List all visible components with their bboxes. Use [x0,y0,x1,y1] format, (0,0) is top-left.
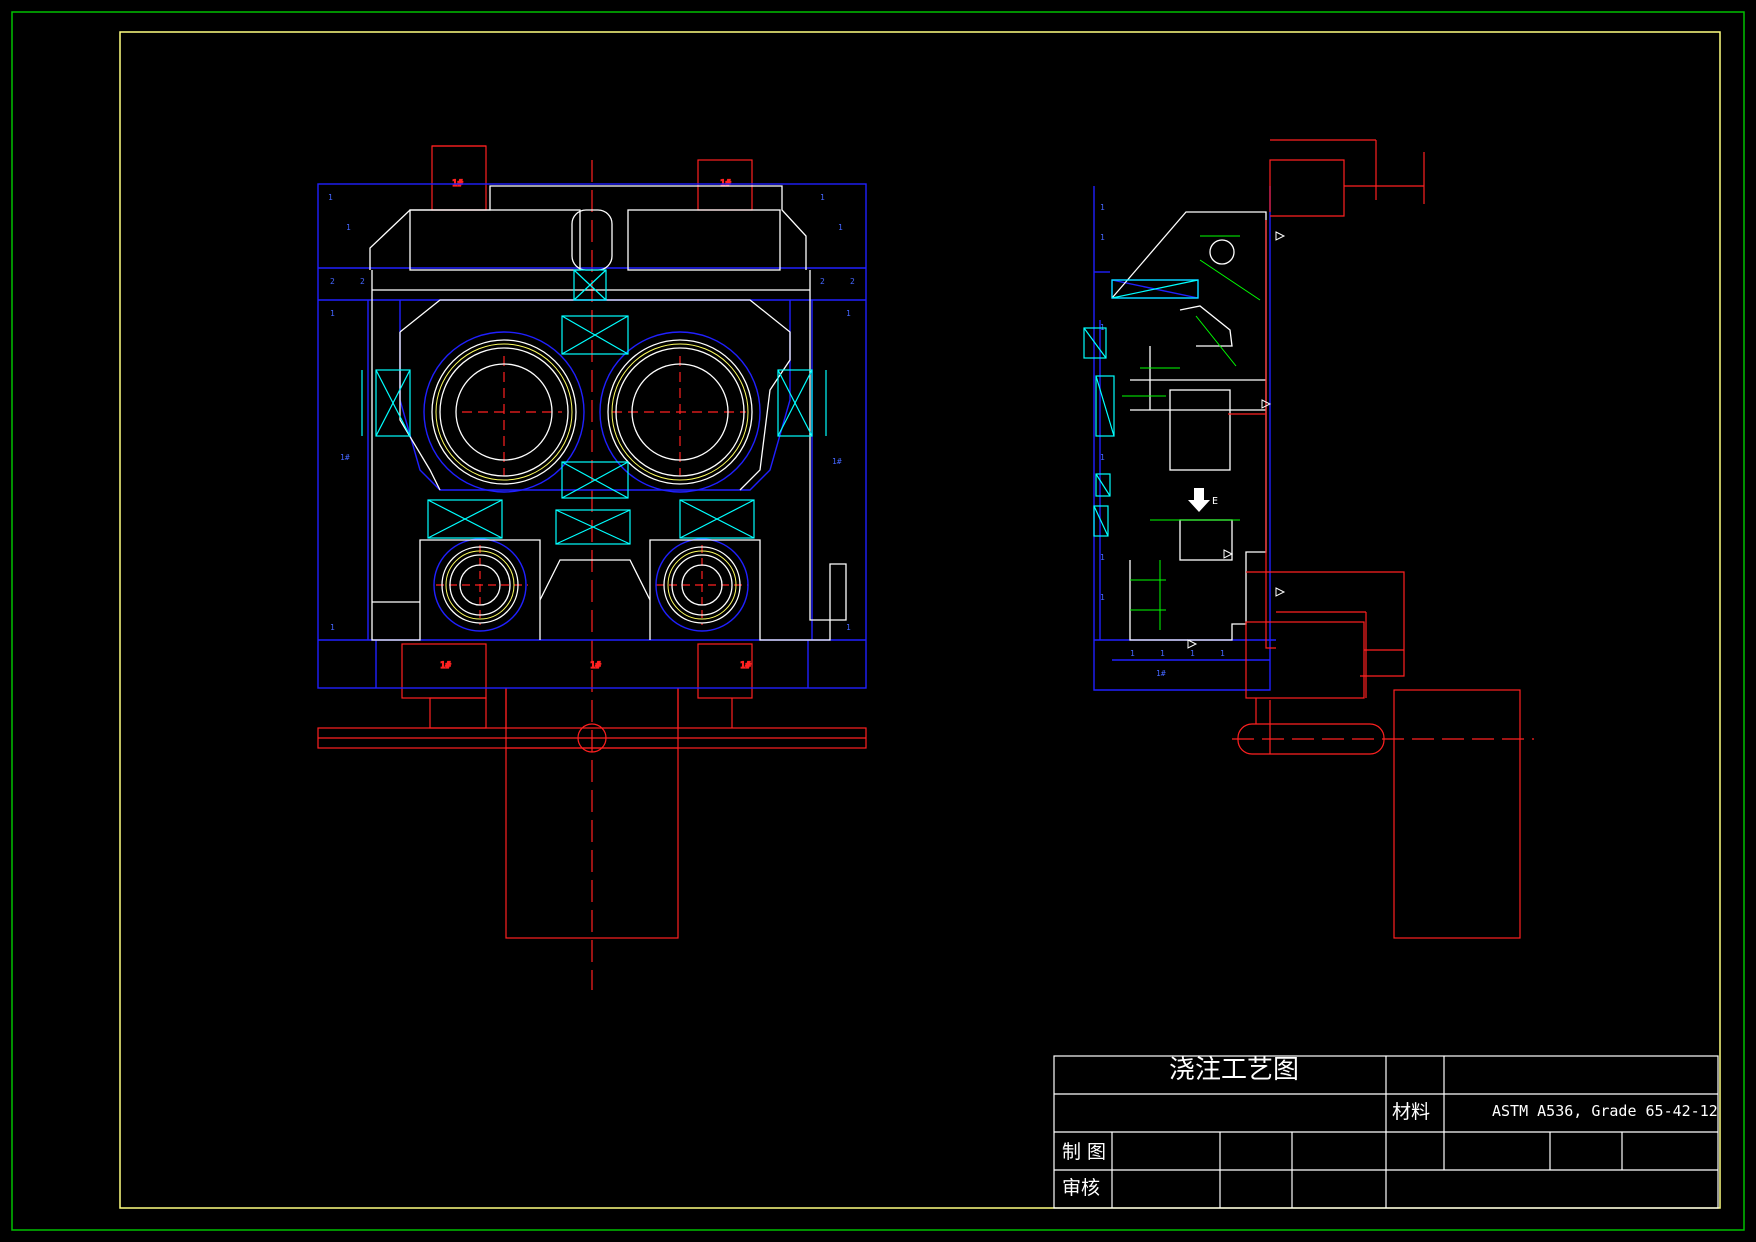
checked-by-label: 审核 [1062,1177,1100,1199]
inner-border [119,31,1721,1209]
svg-text:1: 1 [1130,649,1135,658]
svg-text:1: 1 [346,223,351,232]
svg-text:2: 2 [820,277,825,286]
svg-text:1: 1 [1100,233,1105,242]
svg-text:1: 1 [838,223,843,232]
svg-text:1: 1 [1100,553,1105,562]
cad-drawing: 1# 1# 1# 1# 1# 11 11 2 2 2 2 1 1 1 1 1# … [11,11,1745,1231]
svg-text:1: 1 [328,193,333,202]
front-view: 1# 1# 1# 1# 1# 11 11 2 2 2 2 1 1 1 1 1# … [317,145,867,990]
svg-text:2: 2 [330,277,335,286]
drawing-title: 浇注工艺图 [1169,1055,1299,1085]
arrow-label: E [1212,496,1218,507]
side-mark-bottom: 1# [1156,669,1166,678]
svg-text:1: 1 [1220,649,1225,658]
side-view: 11 11 11 11 11 1# E [1083,139,1534,939]
svg-text:1: 1 [1160,649,1165,658]
outer-border [11,11,1745,1231]
svg-text:1: 1 [846,623,851,632]
svg-text:2: 2 [360,277,365,286]
front-mark-bottom-right: 1# [740,661,751,671]
svg-text:1: 1 [330,623,335,632]
svg-text:1: 1 [820,193,825,202]
material-value: ASTM A536, Grade 65-42-12 [1492,1102,1718,1120]
svg-text:1: 1 [846,309,851,318]
front-mark-bottom-center: 1# [590,661,601,671]
svg-text:1: 1 [1100,203,1105,212]
svg-text:1: 1 [1100,593,1105,602]
svg-text:2: 2 [850,277,855,286]
material-label: 材料 [1392,1101,1430,1123]
section-arrow: E [1188,488,1218,512]
drawn-by-label: 制 图 [1062,1141,1106,1163]
front-mark-bottom-left: 1# [440,661,451,671]
svg-text:1: 1 [330,309,335,318]
svg-text:1: 1 [1100,453,1105,462]
svg-text:1#: 1# [340,453,350,462]
title-block [1053,1055,1719,1209]
svg-text:1#: 1# [832,457,842,466]
svg-text:1: 1 [1190,649,1195,658]
